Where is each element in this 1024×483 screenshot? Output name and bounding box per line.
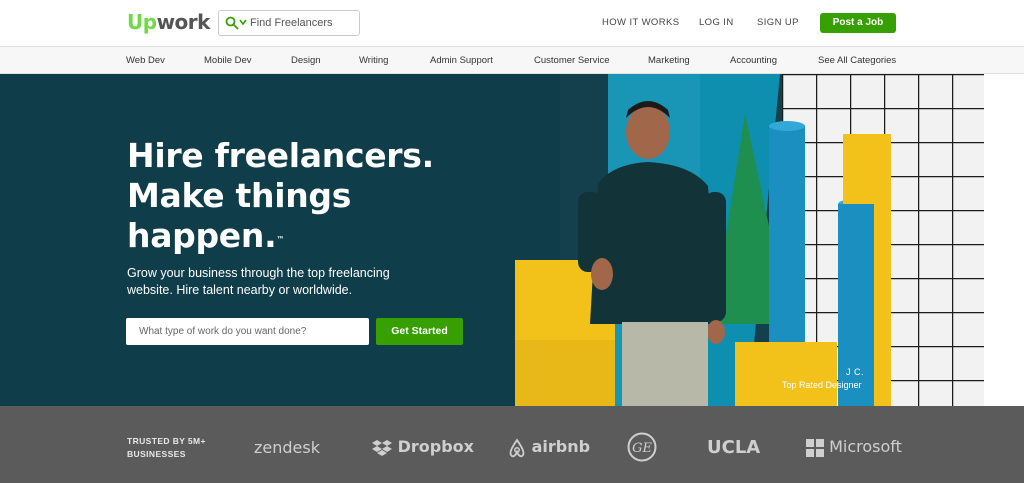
headline-line-3: happen.	[127, 216, 277, 255]
brand-zendesk: zendesk	[254, 438, 320, 457]
airbnb-icon	[509, 437, 525, 457]
trusted-label: TRUSTED BY 5M+ BUSINESSES	[127, 436, 206, 459]
top-header: Upwork Find Freelancers HOW IT WORKS LOG…	[0, 0, 1024, 46]
trademark-symbol: ™	[276, 235, 285, 244]
zendesk-logo-text: zendesk	[254, 438, 320, 457]
hero-subline: Grow your business through the top freel…	[127, 266, 390, 297]
category-accounting[interactable]: Accounting	[730, 55, 777, 66]
search-icon	[225, 16, 239, 30]
microsoft-icon	[806, 438, 824, 457]
category-web-dev[interactable]: Web Dev	[126, 55, 165, 66]
dropbox-logo-text: Dropbox	[397, 437, 474, 456]
hero-section: Hire freelancers. Make things happen.™ G…	[0, 74, 1024, 406]
ge-logo-icon: GE	[627, 432, 657, 462]
category-writing[interactable]: Writing	[359, 55, 388, 66]
how-it-works-link[interactable]: HOW IT WORKS	[602, 17, 679, 28]
chevron-down-icon[interactable]	[238, 17, 248, 27]
headline-line-2: Make things	[127, 176, 352, 215]
upwork-logo[interactable]: Upwork	[127, 10, 210, 34]
airbnb-logo-text: airbnb	[531, 437, 591, 456]
brand-microsoft: Microsoft	[806, 437, 902, 457]
credit-role: Top Rated Designer	[782, 380, 862, 390]
category-marketing[interactable]: Marketing	[648, 55, 690, 66]
microsoft-logo-text: Microsoft	[829, 437, 902, 456]
search-placeholder[interactable]: Find Freelancers	[250, 17, 333, 29]
hero-headline: Hire freelancers. Make things happen.™	[127, 136, 467, 256]
ucla-logo-text: UCLA	[707, 437, 761, 458]
brand-ucla: UCLA	[707, 437, 760, 458]
trusted-by-strip: TRUSTED BY 5M+ BUSINESSES zendesk Dropbo…	[0, 406, 1024, 483]
category-design[interactable]: Design	[291, 55, 321, 66]
dropbox-icon	[372, 439, 392, 456]
find-freelancers-search[interactable]: Find Freelancers	[218, 10, 360, 36]
brand-airbnb: airbnb	[508, 437, 590, 458]
logo-up: Up	[127, 10, 157, 34]
get-started-button[interactable]: Get Started	[376, 318, 463, 345]
post-a-job-button[interactable]: Post a Job	[820, 13, 896, 33]
brand-ge: GE	[627, 432, 657, 462]
category-customer-service[interactable]: Customer Service	[534, 55, 610, 66]
headline-line-1: Hire freelancers.	[127, 136, 434, 175]
category-admin-support[interactable]: Admin Support	[430, 55, 493, 66]
brand-dropbox: Dropbox	[372, 437, 474, 457]
ge-logo-text: GE	[632, 441, 652, 456]
signup-link[interactable]: SIGN UP	[757, 17, 799, 28]
credit-name: J C.	[846, 367, 865, 377]
logo-work: work	[156, 10, 211, 34]
work-type-input[interactable]	[126, 318, 369, 345]
category-mobile-dev[interactable]: Mobile Dev	[204, 55, 252, 66]
login-link[interactable]: LOG IN	[699, 17, 734, 28]
category-see-all[interactable]: See All Categories	[818, 55, 896, 66]
category-bar: Web Dev Mobile Dev Design Writing Admin …	[0, 46, 1024, 74]
